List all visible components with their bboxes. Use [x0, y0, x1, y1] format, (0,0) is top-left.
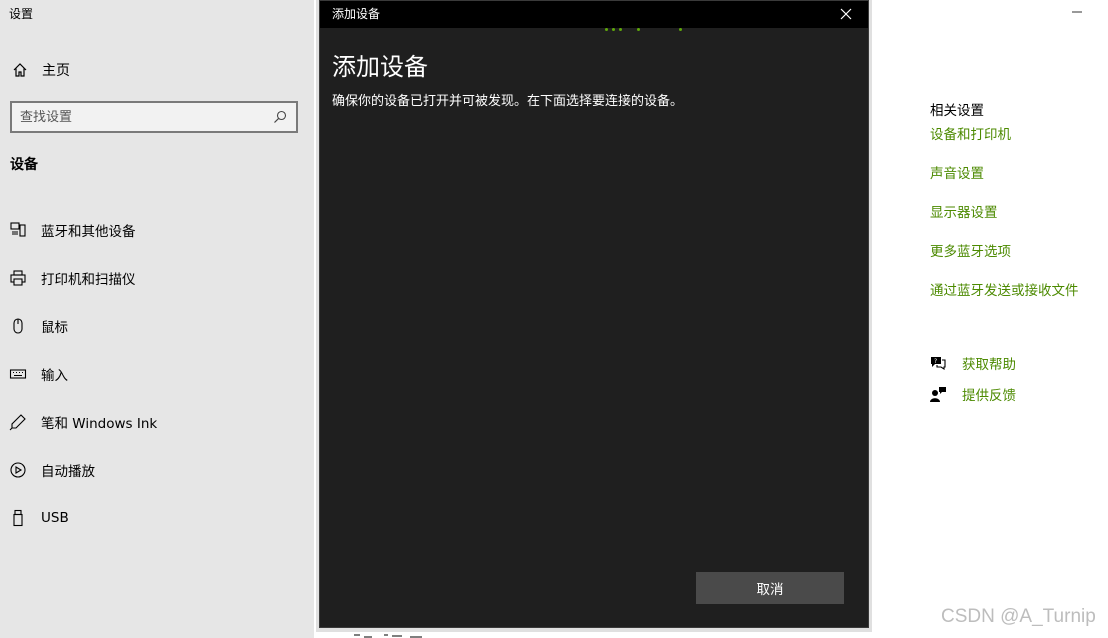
search-icon[interactable]	[272, 109, 288, 125]
link-bluetooth-file-transfer[interactable]: 通过蓝牙发送或接收文件	[930, 281, 1079, 320]
minimize-button[interactable]	[1070, 5, 1084, 19]
link-display-settings[interactable]: 显示器设置	[930, 203, 1079, 242]
link-devices-and-printers[interactable]: 设备和打印机	[930, 125, 1079, 164]
progress-dot	[612, 28, 615, 31]
autoplay-icon	[8, 460, 28, 480]
related-settings-title: 相关设置	[930, 103, 984, 119]
sidebar-item-pen[interactable]: 笔和 Windows Ink	[8, 398, 308, 446]
sidebar-item-label: 自动播放	[41, 464, 95, 480]
chat-help-icon: ?	[928, 353, 948, 373]
sidebar-item-label: 笔和 Windows Ink	[41, 416, 158, 432]
sidebar-item-autoplay[interactable]: 自动播放	[8, 446, 308, 494]
usb-icon	[8, 508, 28, 528]
bluetooth-devices-icon	[8, 220, 28, 240]
minimize-icon	[1072, 11, 1082, 13]
feedback-label: 提供反馈	[962, 387, 1016, 404]
sidebar-item-label: 蓝牙和其他设备	[41, 224, 136, 240]
app-title: 设置	[9, 7, 34, 21]
search-input[interactable]	[20, 109, 272, 125]
sidebar-item-typing[interactable]: 输入	[8, 350, 308, 398]
nav-list: 蓝牙和其他设备 打印机和扫描仪 鼠标 输入 笔和 Windows Ink 自动播…	[8, 206, 308, 542]
sidebar: 设置 主页 设备 蓝牙和其他设备 打印机和扫描仪	[0, 0, 314, 638]
printer-icon	[8, 268, 28, 288]
sidebar-item-bluetooth[interactable]: 蓝牙和其他设备	[8, 206, 308, 254]
sidebar-item-label: 输入	[41, 368, 68, 384]
link-more-bluetooth-options[interactable]: 更多蓝牙选项	[930, 242, 1079, 281]
cancel-button[interactable]: 取消	[696, 572, 844, 604]
keyboard-icon	[8, 364, 28, 384]
dialog-close-button[interactable]	[838, 6, 854, 22]
progress-dot	[605, 28, 608, 31]
dialog-description: 确保你的设备已打开并可被发现。在下面选择要连接的设备。	[332, 94, 684, 109]
progress-dot	[679, 28, 682, 31]
feedback-icon	[928, 384, 948, 404]
search-box[interactable]	[10, 101, 298, 133]
sidebar-item-mouse[interactable]: 鼠标	[8, 302, 308, 350]
progress-dot	[637, 28, 640, 31]
svg-text:?: ?	[934, 358, 937, 365]
sidebar-item-printers[interactable]: 打印机和扫描仪	[8, 254, 308, 302]
close-icon	[840, 8, 852, 20]
related-settings-list: 设备和打印机 声音设置 显示器设置 更多蓝牙选项 通过蓝牙发送或接收文件	[930, 125, 1079, 320]
home-icon	[10, 60, 30, 80]
home-nav-item[interactable]: 主页	[10, 59, 70, 81]
get-help-label: 获取帮助	[962, 356, 1016, 373]
watermark: CSDN @A_Turnip	[941, 606, 1096, 627]
add-device-dialog: 添加设备 添加设备 确保你的设备已打开并可被发现。在下面选择要连接的设备。 取消	[319, 0, 869, 628]
link-sound-settings[interactable]: 声音设置	[930, 164, 1079, 203]
get-help-link[interactable]: ? 获取帮助	[928, 347, 1016, 378]
mouse-icon	[8, 316, 28, 336]
sidebar-item-label: 鼠标	[41, 320, 68, 336]
dialog-heading: 添加设备	[332, 53, 428, 81]
home-label: 主页	[42, 63, 70, 79]
sidebar-item-label: 打印机和扫描仪	[41, 272, 136, 288]
progress-dots	[605, 28, 685, 34]
dialog-titlebar[interactable]: 添加设备	[320, 1, 868, 28]
sidebar-item-label: USB	[41, 510, 69, 526]
pen-icon	[8, 412, 28, 432]
sidebar-item-usb[interactable]: USB	[8, 494, 308, 542]
section-title: 设备	[10, 157, 38, 173]
feedback-link[interactable]: 提供反馈	[928, 378, 1016, 409]
dialog-window-title: 添加设备	[332, 7, 381, 21]
help-list: ? 获取帮助 提供反馈	[928, 347, 1016, 409]
progress-dot	[619, 28, 622, 31]
